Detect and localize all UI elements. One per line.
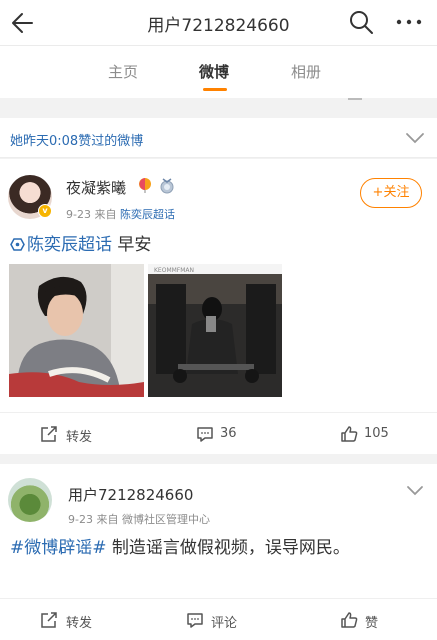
topic-link[interactable]: 陈奕辰超话 — [10, 235, 112, 255]
repost-icon — [41, 612, 57, 628]
like-label: 赞 — [365, 616, 379, 631]
post-meta: 9-23 来自 微博社区管理中心 — [68, 511, 210, 527]
search-icon[interactable] — [347, 8, 375, 36]
scroll-indicator — [348, 98, 362, 100]
post-image[interactable] — [9, 264, 144, 397]
topic-label: 陈奕辰超话 — [27, 235, 112, 255]
post-source[interactable]: 陈奕辰超话 — [120, 208, 175, 221]
avatar[interactable] — [8, 478, 52, 522]
comment-label: 评论 — [211, 616, 238, 631]
tab-weibo[interactable]: 微博 — [199, 61, 229, 82]
verified-badge-icon: v — [38, 204, 52, 218]
top-bar: 用户7212824660 — [0, 0, 437, 46]
author-name[interactable]: 夜凝紫曦 — [66, 177, 126, 198]
via-prefix: 来自 — [96, 513, 119, 526]
chevron-down-icon[interactable] — [405, 131, 425, 145]
comment-count: 36 — [220, 426, 237, 441]
thumbs-up-icon — [341, 426, 358, 442]
post-text: 陈奕辰超话 早安 — [10, 231, 430, 259]
thumbs-up-icon — [341, 612, 358, 628]
comment-button[interactable]: 36 — [196, 413, 266, 455]
post-time: 9-23 — [66, 208, 91, 221]
more-options-icon[interactable] — [394, 9, 424, 35]
repost-icon — [41, 426, 57, 442]
active-tab-indicator — [203, 88, 227, 91]
post-actions: 转发 36 105 — [0, 412, 437, 454]
comment-button[interactable]: 评论 — [186, 599, 266, 640]
post-actions: 转发 评论 赞 — [0, 598, 437, 640]
like-count: 105 — [364, 426, 389, 441]
post-text: #微博辟谣# 制造谣言做假视频，误导网民。 — [10, 534, 430, 562]
section-divider — [0, 98, 437, 110]
repost-button[interactable]: 转发 — [40, 599, 120, 640]
post-meta: 9-23 来自 陈奕辰超话 — [66, 206, 175, 222]
topic-link[interactable]: #微博辟谣# — [10, 538, 107, 558]
post-card: 用户7212824660 9-23 来自 微博社区管理中心 #微博辟谣# 制造谣… — [0, 464, 437, 640]
profile-tabs: 主页 微博 相册 — [0, 46, 437, 98]
topic-icon — [10, 238, 25, 251]
via-prefix: 来自 — [94, 208, 117, 221]
post-card: v 夜凝紫曦 9-23 来自 陈奕辰超话 +关注 陈奕辰超话 早安 KEOMMF… — [0, 159, 437, 454]
post-image[interactable]: KEOMMFMAN — [148, 264, 282, 397]
like-button[interactable]: 赞 — [340, 599, 410, 640]
repost-label: 转发 — [66, 430, 93, 445]
chevron-down-icon[interactable] — [406, 484, 424, 496]
author-name[interactable]: 用户7212824660 — [68, 484, 193, 505]
balloon-badge-icon — [139, 178, 151, 193]
post-body: 早安 — [117, 235, 152, 255]
liked-posts-bar[interactable]: 她昨天0:08赞过的微博 — [0, 118, 437, 158]
tab-home[interactable]: 主页 — [108, 61, 138, 82]
image-caption: KEOMMFMAN — [154, 267, 194, 274]
repost-label: 转发 — [66, 616, 93, 631]
medal-badge-icon — [160, 178, 174, 194]
comment-icon — [197, 427, 213, 442]
liked-posts-label: 她昨天0:08赞过的微博 — [10, 134, 144, 149]
tab-album[interactable]: 相册 — [291, 61, 321, 82]
follow-button[interactable]: +关注 — [360, 178, 422, 208]
post-body: 制造谣言做假视频，误导网民。 — [111, 538, 350, 558]
comment-icon — [187, 613, 203, 628]
gym-photo: KEOMMFMAN — [148, 264, 282, 397]
post-source[interactable]: 微博社区管理中心 — [122, 513, 210, 526]
post-time: 9-23 — [68, 513, 93, 526]
repost-button[interactable]: 转发 — [40, 413, 120, 455]
portrait-photo — [9, 264, 144, 397]
like-button[interactable]: 105 — [340, 413, 410, 455]
